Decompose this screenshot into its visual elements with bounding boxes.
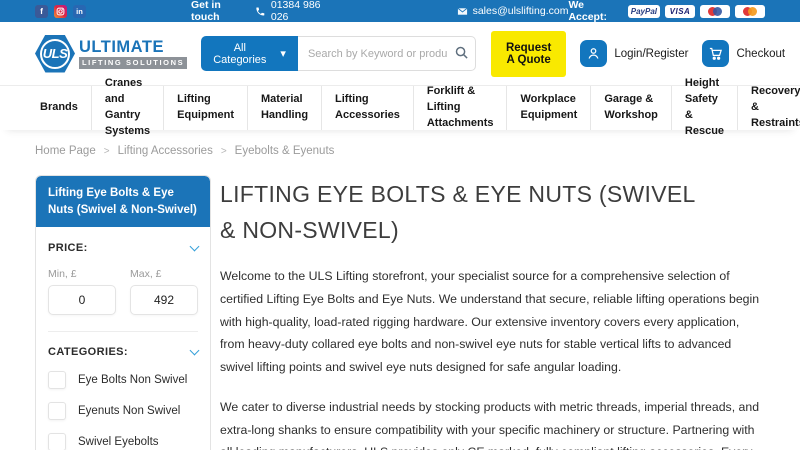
category-filter-eyebolts-non-swivel[interactable]: Eye Bolts Non Swivel <box>48 371 198 390</box>
checkbox[interactable] <box>48 433 66 450</box>
breadcrumb-lifting-accessories[interactable]: Lifting Accessories <box>118 145 213 157</box>
search-icon <box>455 46 468 59</box>
maestro-icon <box>735 4 765 18</box>
social-links: f in <box>35 4 86 18</box>
nav-item-lifting-equipment[interactable]: Lifting Equipment <box>164 86 248 130</box>
all-categories-dropdown[interactable]: All Categories ▾ <box>201 36 298 71</box>
main-panel: LIFTING EYE BOLTS & EYE NUTS (SWIVEL & N… <box>220 175 765 450</box>
filter-sidebar: Lifting Eye Bolts & Eye Nuts (Swivel & N… <box>35 175 211 450</box>
checkbox[interactable] <box>48 402 66 421</box>
max-price-input[interactable] <box>130 285 198 316</box>
cart-icon <box>702 40 730 67</box>
request-quote-button[interactable]: Request A Quote <box>490 30 567 77</box>
logo-hexagon: ULS <box>35 34 75 73</box>
breadcrumb-current: Eyebolts & Eyenuts <box>234 145 335 157</box>
nav-item-recovery-restraints[interactable]: Recovery & Restraints <box>738 85 800 130</box>
nav-item-cranes-gantry[interactable]: Cranes and Gantry Systems <box>92 77 165 137</box>
phone-icon <box>256 7 265 15</box>
site-logo[interactable]: ULS ULTIMATE LIFTING SOLUTIONS <box>35 34 188 73</box>
divider <box>48 331 198 333</box>
search-input[interactable] <box>297 36 476 71</box>
logo-name: ULTIMATE <box>79 37 164 56</box>
we-accept-label: We Accept: <box>568 0 607 23</box>
nav-item-lifting-accessories[interactable]: Lifting Accessories <box>322 86 414 130</box>
breadcrumb-separator: > <box>103 145 110 157</box>
sidebar-category-title: Lifting Eye Bolts & Eye Nuts (Swivel & N… <box>36 176 210 228</box>
login-register-button[interactable]: Login/Register <box>580 40 688 67</box>
nav-item-workplace-equipment[interactable]: Workplace Equipment <box>507 86 592 130</box>
intro-paragraph-2: We cater to diverse industrial needs by … <box>220 399 760 450</box>
categories-filter-toggle[interactable]: CATEGORIES: <box>48 345 200 359</box>
search-bar: All Categories ▾ <box>201 36 476 71</box>
chevron-down-icon <box>189 345 200 356</box>
logo-monogram: ULS <box>42 46 68 61</box>
chevron-down-icon: ▾ <box>280 48 286 60</box>
min-price-input[interactable] <box>48 285 116 316</box>
payment-methods: We Accept: PayPal VISA <box>568 0 765 23</box>
search-button[interactable] <box>454 45 469 63</box>
price-label: PRICE: <box>48 242 88 255</box>
visa-icon: VISA <box>665 4 695 18</box>
page-title: LIFTING EYE BOLTS & EYE NUTS (SWIVEL & N… <box>220 181 695 243</box>
instagram-icon[interactable] <box>54 4 67 18</box>
logo-tagline: LIFTING SOLUTIONS <box>79 57 188 69</box>
nav-item-height-safety[interactable]: Height Safety & Rescue <box>672 77 739 137</box>
checkbox[interactable] <box>48 371 66 390</box>
content-area: Lifting Eye Bolts & Eye Nuts (Swivel & N… <box>0 167 800 450</box>
nav-item-garage-workshop[interactable]: Garage & Workshop <box>591 86 672 130</box>
main-navigation: Brands Cranes and Gantry Systems Lifting… <box>0 77 800 137</box>
email-address: sales@ulslifting.com <box>472 5 569 17</box>
price-filter-toggle[interactable]: PRICE: <box>48 241 200 255</box>
nav-item-forklift-attachments[interactable]: Forklift & Lifting Attachments <box>414 85 508 130</box>
min-price-label: Min, £ <box>48 268 77 281</box>
get-in-touch-label: Get in touch <box>191 0 221 23</box>
top-bar: f in Get in touch 01384 986 026 sales@ul… <box>0 0 800 23</box>
phone-number: 01384 986 026 <box>270 0 321 23</box>
linkedin-icon[interactable]: in <box>73 4 86 18</box>
contact-phone[interactable]: Get in touch 01384 986 026 <box>191 0 339 23</box>
email-icon <box>457 7 467 15</box>
max-price-label: Max, £ <box>130 268 162 281</box>
breadcrumb-separator: > <box>220 145 227 157</box>
nav-item-material-handling[interactable]: Material Handling <box>248 86 323 130</box>
contact-email[interactable]: sales@ulslifting.com <box>457 5 569 17</box>
checkout-button[interactable]: Checkout <box>702 40 785 67</box>
category-filter-swivel-eyebolts[interactable]: Swivel Eyebolts <box>48 433 198 450</box>
categories-label: CATEGORIES: <box>48 346 128 359</box>
facebook-icon[interactable]: f <box>35 4 48 18</box>
breadcrumb-home[interactable]: Home Page <box>35 145 96 157</box>
mastercard-icon <box>700 4 730 18</box>
user-icon <box>580 40 608 67</box>
category-filter-eyenuts-non-swivel[interactable]: Eyenuts Non Swivel <box>48 402 198 421</box>
nav-item-brands[interactable]: Brands <box>27 86 92 130</box>
paypal-icon: PayPal <box>627 4 660 18</box>
chevron-down-icon <box>189 241 200 252</box>
intro-paragraph-1: Welcome to the ULS Lifting storefront, y… <box>220 269 760 375</box>
